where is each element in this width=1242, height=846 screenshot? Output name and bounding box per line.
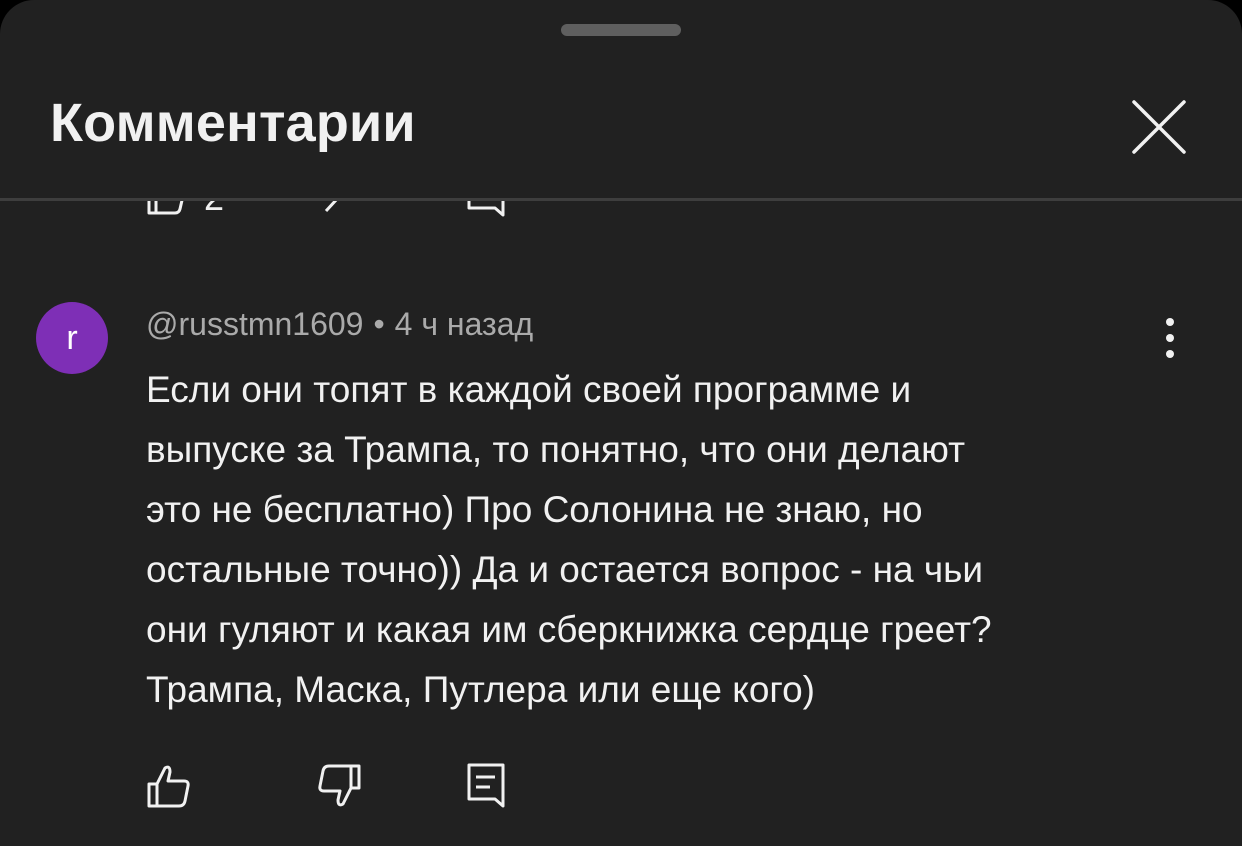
reply-button[interactable] (464, 762, 512, 810)
reply-icon[interactable] (466, 201, 506, 219)
drag-handle[interactable] (561, 24, 681, 36)
thumbs-up-icon (147, 765, 190, 808)
meta-separator: • (373, 306, 385, 342)
comment-line: Если они топят в каждой своей программе … (146, 369, 912, 410)
comment-author[interactable]: @russtmn1609 (146, 306, 363, 342)
edit-icon[interactable] (322, 201, 352, 215)
comment-line: выпуске за Трампа, то понятно, что они д… (146, 429, 966, 470)
reply-icon (467, 763, 505, 808)
comment-text: Если они топят в каждой своей программе … (146, 360, 1176, 720)
comment-line: это не бесплатно) Про Солонина не знаю, … (146, 489, 923, 530)
close-button[interactable] (1124, 92, 1194, 162)
thumbs-up-icon[interactable] (146, 201, 190, 215)
page-title: Комментарии (50, 93, 416, 153)
comment-line: они гуляют и какая им сберкнижка сердце … (146, 609, 992, 650)
avatar[interactable]: r (36, 302, 108, 374)
thumbs-down-icon (318, 764, 361, 807)
previous-comment-actions: 2 (0, 201, 1242, 221)
comment-line: Трампа, Маска, Путлера или еще кого) (146, 669, 815, 710)
comments-sheet: Комментарии 2 r @russtmn1609•4 ч назад Е (0, 0, 1242, 846)
close-icon (1132, 100, 1186, 154)
comment-meta: @russtmn1609 • 4 ч назад (146, 306, 533, 343)
dislike-button[interactable] (314, 762, 362, 810)
comment-line: остальные точно)) Да и остается вопрос -… (146, 549, 984, 590)
like-count: 2 (204, 201, 224, 219)
like-button[interactable] (146, 762, 194, 810)
comment-time: 4 ч назад (394, 306, 534, 342)
